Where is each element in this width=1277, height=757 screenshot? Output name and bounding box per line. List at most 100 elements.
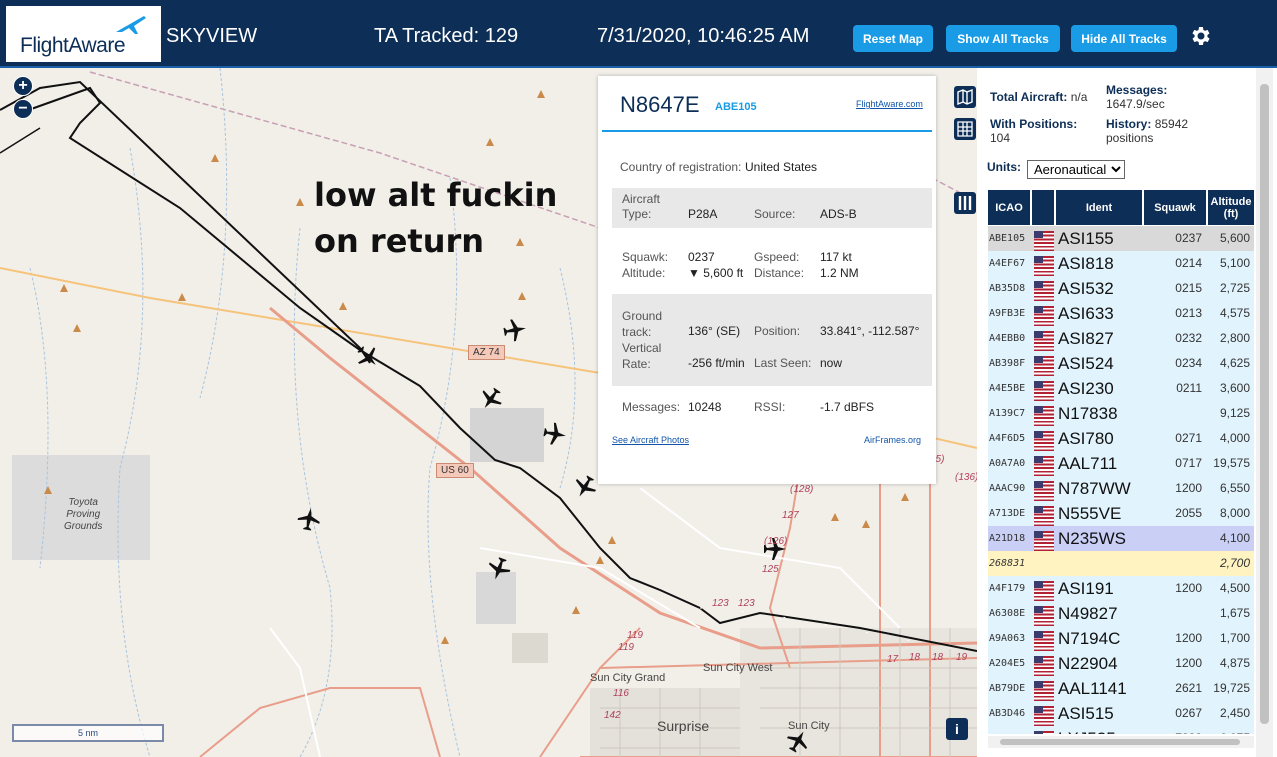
- aircraft-icon[interactable]: [502, 317, 528, 343]
- col-ident[interactable]: Ident: [1056, 190, 1142, 225]
- aircraft-info-popup: N8647E ABE105 FlightAware.com Country of…: [598, 76, 936, 484]
- zoom-in-button[interactable]: +: [13, 76, 33, 96]
- table-row[interactable]: A0A7A0 AAL711 0717 19,575: [988, 451, 1254, 481]
- zoom-out-button[interactable]: −: [13, 99, 33, 119]
- grid-toggle-button[interactable]: [954, 118, 976, 140]
- last-seen-label: Last Seen:: [754, 356, 812, 370]
- aircraft-icon[interactable]: [296, 506, 322, 532]
- cell-altitude: 5,600: [1219, 231, 1250, 245]
- table-row[interactable]: AB3D46 ASI515 0267 2,450: [988, 701, 1254, 731]
- cell-squawk: 0232: [1175, 331, 1202, 345]
- us-flag-icon: [1034, 606, 1054, 631]
- cell-ident: ASI191: [1058, 579, 1114, 598]
- info-button[interactable]: i: [946, 718, 968, 740]
- squawk-value: 0237: [688, 250, 715, 264]
- type-label: Aircraft Type:: [622, 192, 661, 221]
- units-select[interactable]: Aeronautical: [1027, 160, 1125, 179]
- popup-messages-row: Messages: 10248 RSSI: -1.7 dBFS: [612, 400, 932, 418]
- total-aircraft-stat: Total Aircraft: n/a: [990, 90, 1087, 104]
- table-row[interactable]: AB35D8 ASI532 0215 2,725: [988, 276, 1254, 306]
- table-row[interactable]: A60C14 LXJ5257333 6,075: [988, 726, 1254, 734]
- cell-altitude: 19,725: [1213, 681, 1250, 695]
- label-sun-city: Sun City: [788, 720, 830, 732]
- us-flag-icon: [1034, 581, 1054, 606]
- label-sun-city-west: Sun City West: [703, 662, 773, 674]
- cell-altitude: 2,700: [1219, 556, 1250, 570]
- reset-map-button[interactable]: Reset Map: [853, 25, 933, 52]
- cell-ident: N787WW: [1058, 479, 1131, 498]
- cell-icao: A713DE: [989, 508, 1026, 519]
- cell-squawk: [1160, 401, 1202, 426]
- cell-icao: A4F179: [989, 583, 1026, 594]
- aircraft-photos-link[interactable]: See Aircraft Photos: [612, 435, 689, 445]
- gear-icon[interactable]: [1188, 24, 1212, 48]
- cell-altitude: 4,500: [1219, 581, 1250, 595]
- cell-ident: N17838: [1058, 404, 1118, 423]
- table-row[interactable]: A4EF67 ASI818 0214 5,100: [988, 251, 1254, 281]
- airframes-link[interactable]: AirFrames.org: [864, 435, 921, 445]
- vertical-scrollbar[interactable]: [1256, 68, 1273, 757]
- cell-altitude: 6,075: [1206, 726, 1250, 734]
- cell-altitude: 2,800: [1219, 331, 1250, 345]
- cell-squawk: 7333: [1160, 726, 1202, 734]
- cell-icao: AB35D8: [989, 283, 1026, 294]
- table-row[interactable]: A4F6D5 ASI780 0271 4,000: [988, 426, 1254, 456]
- cell-icao: A4EF67: [989, 258, 1026, 269]
- table-row[interactable]: A713DE N555VE 2055 8,000: [988, 501, 1254, 531]
- table-row[interactable]: ABE105 ASI155 0237 5,600: [988, 226, 1254, 256]
- us-flag-icon: [1034, 331, 1054, 356]
- col-flag[interactable]: [1032, 190, 1054, 225]
- cell-ident: AAL1141: [1058, 679, 1127, 698]
- aircraft-selected-icon[interactable]: [355, 344, 381, 370]
- us-flag-icon: [1034, 481, 1054, 506]
- table-row[interactable]: AAAC90 N787WW 1200 6,550: [988, 476, 1254, 506]
- cell-icao: A9A063: [989, 633, 1026, 644]
- source-label: Source:: [754, 207, 796, 221]
- table-row[interactable]: AB398F ASI524 0234 4,625: [988, 351, 1254, 381]
- show-all-tracks-button[interactable]: Show All Tracks: [946, 25, 1060, 52]
- position-value: 33.841°, -112.587°: [820, 324, 920, 338]
- cell-icao: A6308E: [989, 608, 1026, 619]
- table-row[interactable]: A139C7 N17838 9,125: [988, 401, 1254, 431]
- cell-squawk: 0717: [1175, 456, 1202, 470]
- shield-az74: AZ 74: [468, 345, 505, 360]
- table-row[interactable]: A21D18 N235WS 4,100: [988, 526, 1254, 556]
- columns-toggle-button[interactable]: [954, 192, 976, 214]
- popup-type-row: Aircraft Type: P28A Source: ADS-B: [612, 188, 932, 228]
- route-142: 142: [604, 710, 621, 721]
- hide-all-tracks-button[interactable]: Hide All Tracks: [1071, 25, 1177, 52]
- table-row[interactable]: A4EBB0 ASI827 0232 2,800: [988, 326, 1254, 356]
- aircraft-icon[interactable]: [572, 474, 598, 500]
- table-row[interactable]: A9FB3E ASI633 0213 4,575: [988, 301, 1254, 331]
- aircraft-icon[interactable]: [478, 386, 504, 412]
- popup-header: N8647E ABE105 FlightAware.com: [602, 76, 932, 132]
- flightaware-logo[interactable]: FlightAware: [6, 6, 161, 62]
- horizontal-scrollbar[interactable]: [988, 736, 1254, 748]
- col-altitude[interactable]: Altitude (ft): [1208, 190, 1254, 225]
- table-row[interactable]: 268831 2,700: [988, 551, 1254, 577]
- us-flag-icon: [1034, 531, 1054, 556]
- us-flag-icon: [1034, 306, 1054, 331]
- rssi-label: RSSI:: [754, 400, 786, 414]
- cell-icao: A4F6D5: [989, 433, 1026, 444]
- table-row[interactable]: A204E5 N22904 1200 4,875: [988, 651, 1254, 681]
- cell-icao: ABE105: [989, 233, 1026, 244]
- cell-ident: N22904: [1058, 654, 1118, 673]
- table-row[interactable]: A9A063 N7194C 1200 1,700: [988, 626, 1254, 656]
- flightaware-link[interactable]: FlightAware.com: [856, 99, 923, 109]
- col-squawk[interactable]: Squawk: [1144, 190, 1206, 225]
- table-row[interactable]: A4F179 ASI191 1200 4,500: [988, 576, 1254, 606]
- aircraft-icon[interactable]: [486, 556, 512, 582]
- table-row[interactable]: A6308E N49827 1,675: [988, 601, 1254, 631]
- table-row[interactable]: A4E5BE ASI230 0211 3,600: [988, 376, 1254, 406]
- col-icao[interactable]: ICAO: [988, 190, 1030, 225]
- map-layers-button[interactable]: [954, 86, 976, 108]
- cell-icao: AB398F: [989, 358, 1026, 369]
- tracked-count: TA Tracked: 129: [374, 25, 519, 47]
- aircraft-icon[interactable]: [542, 421, 568, 447]
- gspeed-value: 117 kt: [820, 250, 852, 264]
- cell-ident: ASI230: [1058, 379, 1114, 398]
- popup-track-row: Ground track: 136° (SE) Position: 33.841…: [612, 294, 932, 386]
- table-row[interactable]: AB79DE AAL1141 2621 19,725: [988, 676, 1254, 706]
- map-icon: [957, 88, 973, 106]
